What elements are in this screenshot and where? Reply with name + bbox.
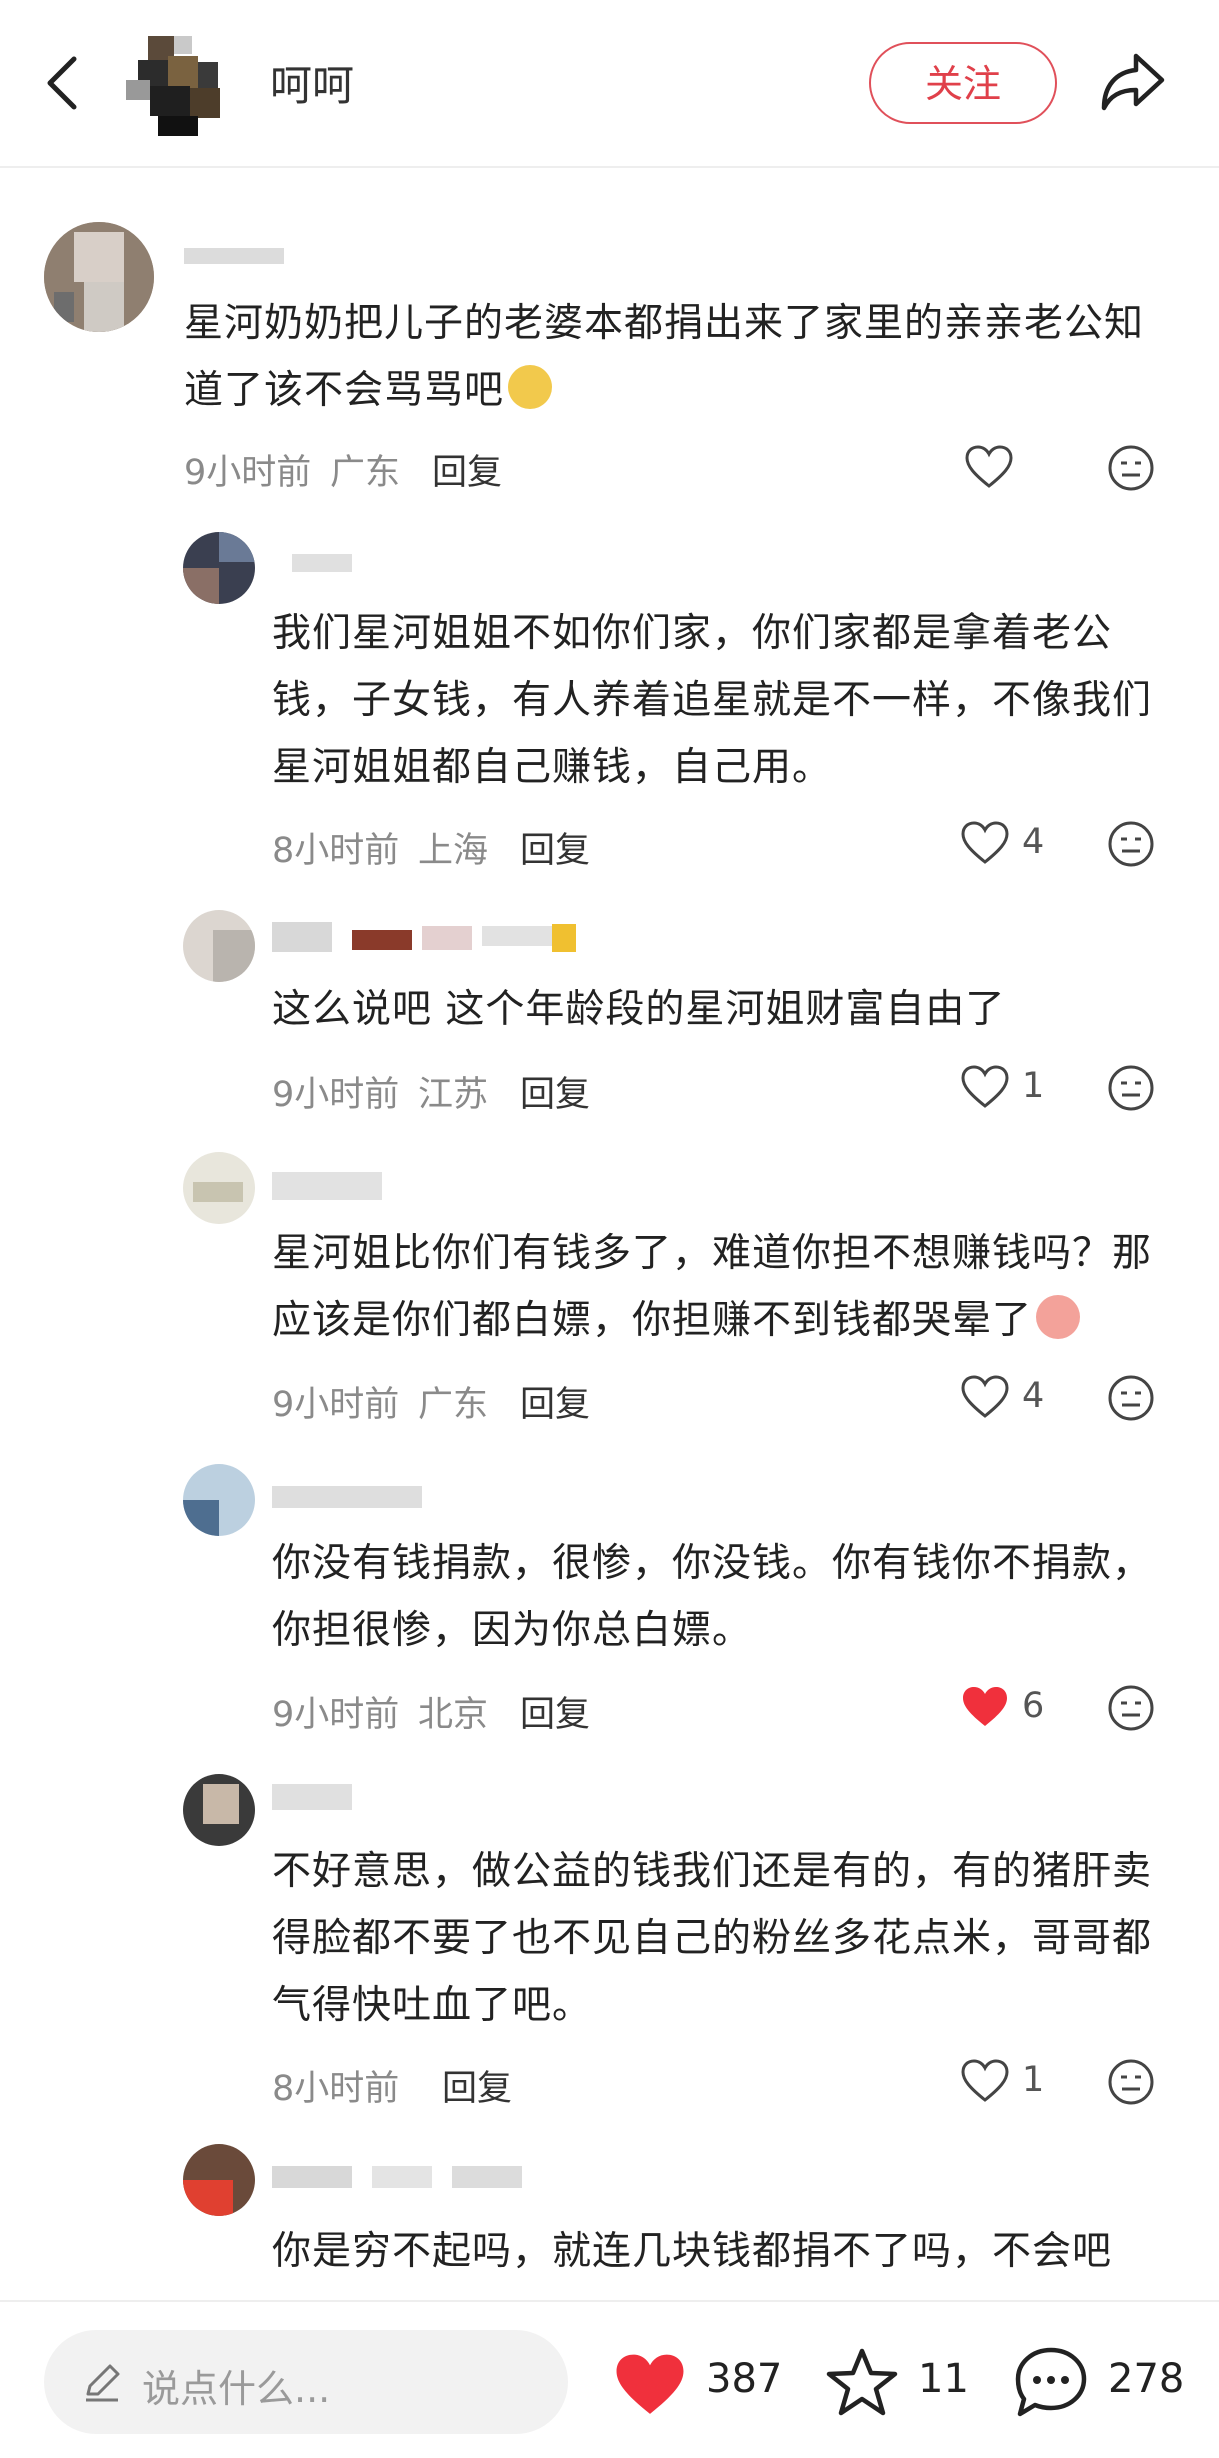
like-count: 1	[1022, 2060, 1045, 2100]
username-blurred[interactable]	[272, 1166, 402, 1206]
reply-button[interactable]: 回复	[520, 1686, 590, 1737]
comment-time: 9小时前	[184, 453, 312, 493]
username-blurred[interactable]	[272, 1776, 362, 1816]
pen-icon	[86, 2364, 120, 2402]
heart-outline-icon[interactable]	[960, 2058, 1010, 2104]
comment-text: 星河姐比你们有钱多了，难道你担不想赚钱吗？那应该是你们都白嫖，你担赚不到钱都哭晕…	[272, 1231, 1153, 1343]
comment-text: 星河奶奶把儿子的老婆本都捐出来了家里的亲亲老公知道了该不会骂骂吧	[184, 301, 1145, 413]
reply-button[interactable]: 回复	[520, 1376, 590, 1427]
expressionless-face-icon[interactable]	[1107, 2058, 1155, 2106]
heart-outline-icon[interactable]	[960, 1064, 1010, 1110]
reply-button[interactable]: 回复	[442, 2060, 512, 2111]
star-outline-icon[interactable]	[824, 2346, 900, 2418]
user-avatar[interactable]	[183, 1774, 255, 1846]
comment-location: 北京	[418, 1695, 489, 1735]
heart-filled-icon[interactable]	[960, 1684, 1010, 1730]
username-blurred[interactable]	[184, 236, 304, 276]
expressionless-face-icon[interactable]	[1107, 444, 1155, 492]
username-blurred[interactable]	[272, 2156, 532, 2196]
like-count: 4	[1022, 822, 1045, 862]
expressionless-face-icon[interactable]	[1107, 1064, 1155, 1112]
bottom-action-bar: 说点什么... 387 11 278	[0, 2300, 1219, 2458]
reply-button[interactable]: 回复	[432, 444, 502, 495]
heart-filled-icon[interactable]	[610, 2350, 690, 2420]
comment-time: 9小时前	[272, 1075, 400, 1115]
comment-time: 9小时前	[272, 1695, 400, 1735]
like-total-count: 387	[706, 2356, 783, 2402]
username-blurred[interactable]	[272, 1476, 442, 1516]
comment-text: 我们星河姐姐不如你们家，你们家都是拿着老公钱，子女钱，有人养着追星就是不一样，不…	[272, 611, 1153, 790]
expressionless-face-icon[interactable]	[1107, 1684, 1155, 1732]
author-name[interactable]: 呵呵	[270, 52, 354, 113]
user-avatar[interactable]	[183, 2144, 255, 2216]
back-arrow-icon[interactable]	[44, 55, 80, 111]
reply-button[interactable]: 回复	[520, 822, 590, 873]
comment-time: 8小时前	[272, 2069, 400, 2109]
username-blurred[interactable]	[272, 916, 592, 956]
comment-text: 不好意思，做公益的钱我们还是有的，有的猪肝卖得脸都不要了也不见自己的粉丝多花点米…	[272, 1849, 1153, 2028]
top-bar: 呵呵 关注	[0, 0, 1219, 168]
comment-time: 8小时前	[272, 831, 400, 871]
comment-text: 这么说吧 这个年龄段的星河姐财富自由了	[272, 987, 1006, 1032]
like-count: 4	[1022, 1376, 1045, 1416]
like-count: 1	[1022, 1066, 1045, 1106]
comment-total-count: 278	[1108, 2356, 1185, 2402]
reply-button[interactable]: 回复	[520, 1066, 590, 1117]
heart-outline-icon[interactable]	[960, 820, 1010, 866]
user-avatar[interactable]	[183, 532, 255, 604]
heart-outline-icon[interactable]	[960, 1374, 1010, 1420]
share-icon[interactable]	[1098, 50, 1168, 114]
comment-location: 广东	[418, 1385, 489, 1425]
expressionless-face-icon[interactable]	[1107, 820, 1155, 868]
comment-input[interactable]: 说点什么...	[44, 2330, 568, 2434]
user-avatar[interactable]	[183, 910, 255, 982]
comment-location: 上海	[418, 831, 489, 871]
heart-outline-icon[interactable]	[964, 444, 1014, 490]
pear-emoji-icon	[508, 365, 553, 409]
follow-button[interactable]: 关注	[869, 42, 1057, 124]
comment-bubble-icon[interactable]	[1012, 2344, 1090, 2420]
user-avatar[interactable]	[183, 1464, 255, 1536]
comment-text: 你是穷不起吗，就连几块钱都捐不了吗，不会吧	[272, 2229, 1113, 2274]
comment-location: 广东	[330, 453, 401, 493]
comment-placeholder: 说点什么...	[142, 2367, 331, 2411]
comment-time: 9小时前	[272, 1385, 400, 1425]
author-avatar[interactable]	[118, 36, 234, 136]
user-avatar[interactable]	[44, 222, 154, 332]
comment-text: 你没有钱捐款，很惨，你没钱。你有钱你不捐款，你担很惨，因为你总白嫖。	[272, 1541, 1153, 1653]
comment-location: 江苏	[418, 1075, 489, 1115]
expressionless-face-icon[interactable]	[1107, 1374, 1155, 1422]
username-blurred[interactable]	[272, 546, 362, 586]
favorite-count: 11	[918, 2356, 969, 2402]
user-avatar[interactable]	[183, 1152, 255, 1224]
crying-peach-emoji-icon	[1036, 1295, 1081, 1339]
like-count: 6	[1022, 1686, 1045, 1726]
